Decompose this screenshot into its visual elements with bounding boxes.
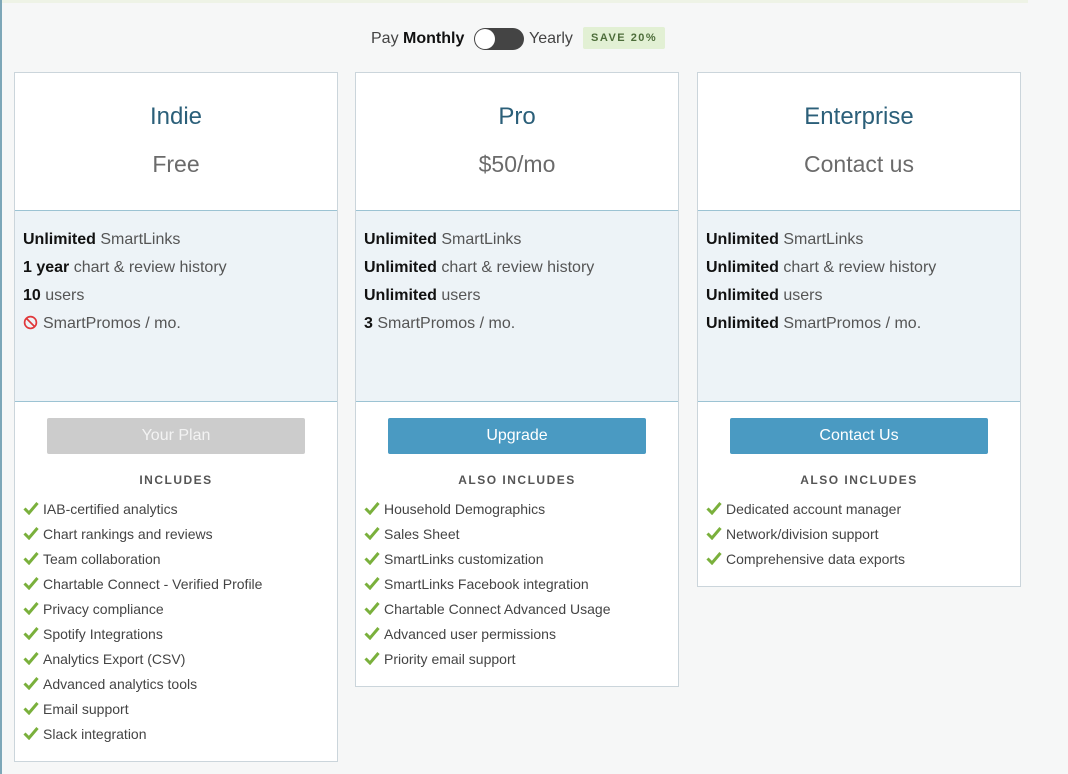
limit-item: Unlimited SmartLinks	[706, 231, 864, 248]
includes-title: INCLUDES	[139, 473, 213, 487]
feature-item: Email support	[23, 700, 337, 725]
plan-card-indie: Indie Free Unlimited SmartLinks 1 year c…	[14, 72, 338, 762]
feature-item: Spotify Integrations	[23, 625, 337, 650]
no-entry-icon	[23, 315, 38, 330]
limit-item: Unlimited SmartLinks	[23, 231, 181, 248]
checkmark-icon	[364, 502, 380, 515]
billing-period-switch[interactable]	[474, 28, 524, 50]
upgrade-button[interactable]: Upgrade	[388, 418, 646, 454]
checkmark-icon	[23, 652, 39, 665]
feature-item: Slack integration	[23, 725, 337, 750]
plan-name: Pro	[498, 103, 536, 130]
limit-item: Unlimited chart & review history	[706, 259, 937, 276]
monthly-label[interactable]: Monthly	[403, 30, 464, 47]
checkmark-icon	[23, 727, 39, 740]
plan-price: Contact us	[804, 151, 914, 177]
feature-item: Advanced user permissions	[364, 625, 678, 650]
limit-item: Unlimited chart & review history	[364, 259, 595, 276]
checkmark-icon	[364, 577, 380, 590]
feature-list: IAB-certified analytics Chart rankings a…	[15, 488, 337, 761]
save-badge: SAVE 20%	[583, 27, 666, 49]
feature-item: Household Demographics	[364, 500, 678, 525]
checkmark-icon	[364, 602, 380, 615]
plan-name: Enterprise	[804, 103, 914, 130]
checkmark-icon	[23, 602, 39, 615]
plan-price: Free	[152, 151, 200, 177]
feature-item: SmartLinks customization	[364, 550, 678, 575]
plan-limits: Unlimited SmartLinks 1 year chart & revi…	[15, 211, 337, 402]
feature-item: Chartable Connect Advanced Usage	[364, 600, 678, 625]
plan-card-enterprise: Enterprise Contact us Unlimited SmartLin…	[697, 72, 1021, 587]
plan-price: $50/mo	[478, 151, 556, 177]
checkmark-icon	[23, 527, 39, 540]
checkmark-icon	[364, 627, 380, 640]
plan-header: Enterprise Contact us	[698, 73, 1020, 211]
includes-title: ALSO INCLUDES	[800, 473, 918, 487]
feature-item: Team collaboration	[23, 550, 337, 575]
feature-item: Priority email support	[364, 650, 678, 675]
checkmark-icon	[364, 527, 380, 540]
feature-item: IAB-certified analytics	[23, 500, 337, 525]
limit-item: Unlimited SmartLinks	[364, 231, 522, 248]
top-banner-strip	[2, 0, 1028, 3]
limit-item: Unlimited SmartPromos / mo.	[706, 315, 922, 332]
plan-header: Pro $50/mo	[356, 73, 678, 211]
feature-item: Comprehensive data exports	[706, 550, 1020, 575]
feature-item: SmartLinks Facebook integration	[364, 575, 678, 600]
your-plan-button: Your Plan	[47, 418, 305, 454]
limit-item: 1 year chart & review history	[23, 259, 227, 276]
plan-limits: Unlimited SmartLinks Unlimited chart & r…	[356, 211, 678, 402]
plan-header: Indie Free	[15, 73, 337, 211]
feature-item: Chart rankings and reviews	[23, 525, 337, 550]
feature-list: Dedicated account manager Network/divisi…	[698, 488, 1020, 586]
plan-card-pro: Pro $50/mo Unlimited SmartLinks Unlimite…	[355, 72, 679, 687]
pay-label: Pay Monthly	[371, 30, 465, 47]
switch-knob[interactable]	[475, 29, 495, 49]
checkmark-icon	[23, 502, 39, 515]
feature-item: Advanced analytics tools	[23, 675, 337, 700]
limit-item: 3 SmartPromos / mo.	[364, 315, 516, 332]
checkmark-icon	[706, 502, 722, 515]
checkmark-icon	[23, 677, 39, 690]
billing-toggle-row: Pay Monthly Yearly SAVE 20%	[0, 26, 1068, 52]
limit-item: Unlimited users	[706, 287, 823, 304]
plan-name: Indie	[149, 103, 203, 130]
feature-item: Network/division support	[706, 525, 1020, 550]
checkmark-icon	[364, 552, 380, 565]
page-left-border	[0, 0, 2, 774]
feature-list: Household Demographics Sales Sheet Smart…	[356, 488, 678, 686]
limit-item: 10 users	[23, 287, 85, 304]
feature-item: Chartable Connect - Verified Profile	[23, 575, 337, 600]
feature-item: Dedicated account manager	[706, 500, 1020, 525]
checkmark-icon	[364, 652, 380, 665]
feature-item: Analytics Export (CSV)	[23, 650, 337, 675]
contact-us-button[interactable]: Contact Us	[730, 418, 988, 454]
checkmark-icon	[706, 527, 722, 540]
limit-item: Unlimited users	[364, 287, 481, 304]
checkmark-icon	[23, 577, 39, 590]
checkmark-icon	[23, 552, 39, 565]
plan-limits: Unlimited SmartLinks Unlimited chart & r…	[698, 211, 1020, 402]
yearly-label[interactable]: Yearly	[529, 30, 573, 48]
checkmark-icon	[23, 627, 39, 640]
includes-title: ALSO INCLUDES	[458, 473, 576, 487]
feature-item: Privacy compliance	[23, 600, 337, 625]
checkmark-icon	[706, 552, 722, 565]
limit-item: SmartPromos / mo.	[23, 314, 337, 342]
checkmark-icon	[23, 702, 39, 715]
feature-item: Sales Sheet	[364, 525, 678, 550]
